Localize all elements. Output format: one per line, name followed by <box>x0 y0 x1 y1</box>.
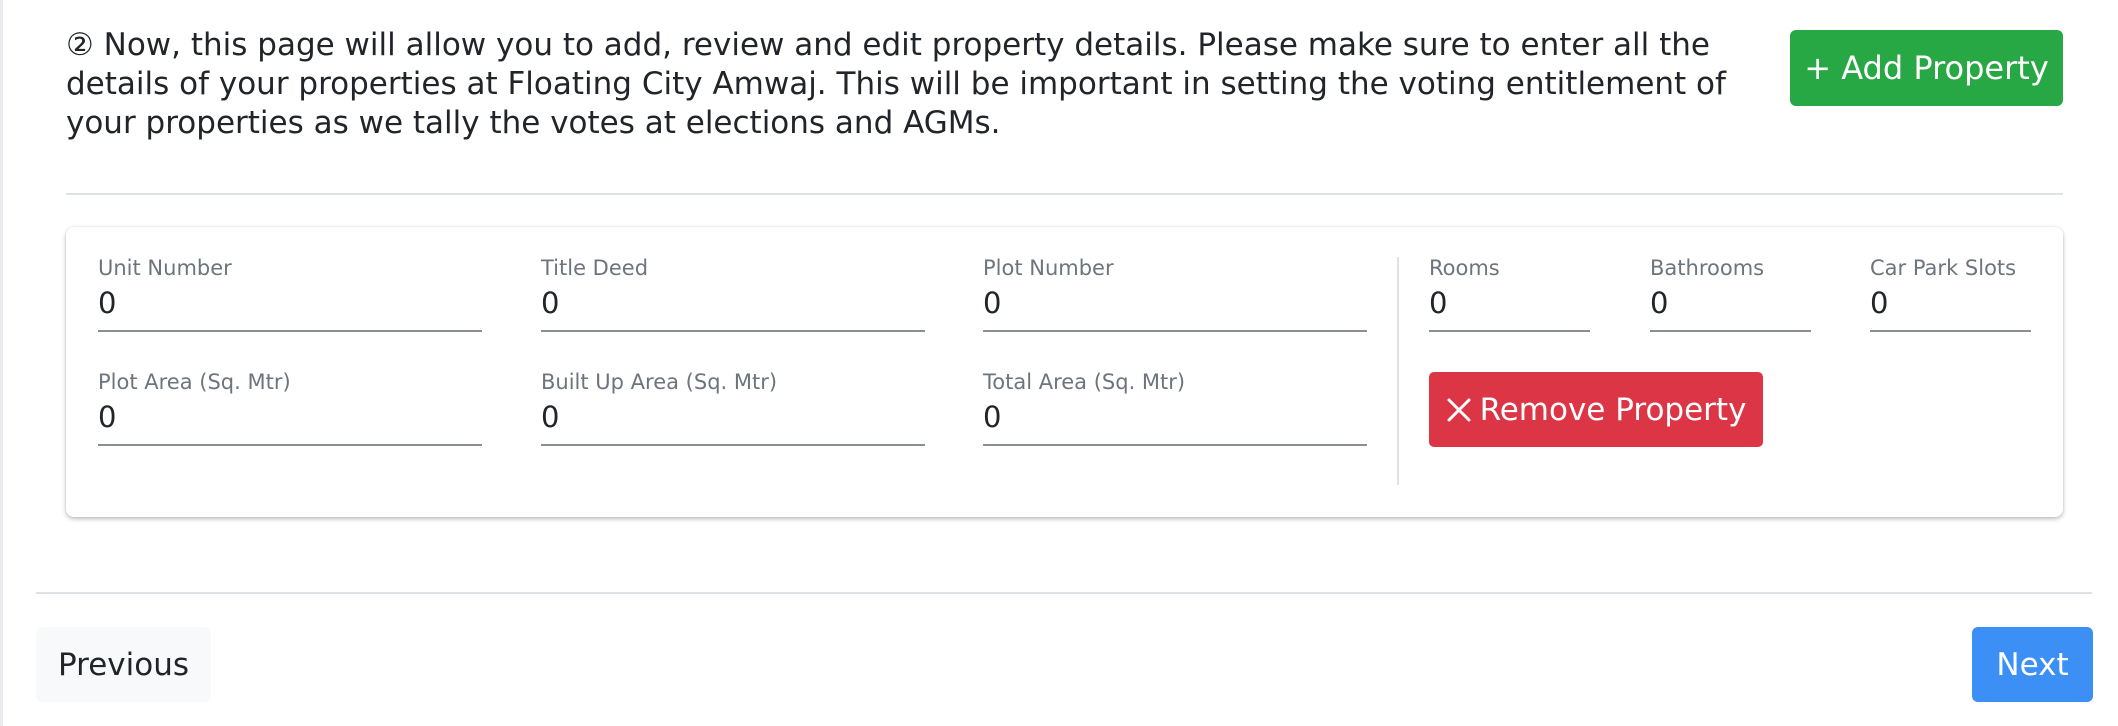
total-area-label: Total Area (Sq. Mtr) <box>983 370 1186 394</box>
property-card: Unit Number Title Deed Plot Number Rooms… <box>66 227 2063 517</box>
add-property-button[interactable]: + Add Property <box>1790 30 2063 106</box>
plot-number-label: Plot Number <box>983 256 1114 280</box>
built-up-area-field: Built Up Area (Sq. Mtr) <box>541 369 925 446</box>
rooms-input[interactable] <box>1429 284 1590 332</box>
next-button[interactable]: Next <box>1972 627 2093 702</box>
plot-area-field: Plot Area (Sq. Mtr) <box>98 369 482 446</box>
bathrooms-label: Bathrooms <box>1650 256 1765 280</box>
total-area-field: Total Area (Sq. Mtr) <box>983 369 1367 446</box>
rooms-label: Rooms <box>1429 256 1500 280</box>
previous-button[interactable]: Previous <box>36 627 211 702</box>
rooms-field: Rooms <box>1429 255 1590 332</box>
step-instructions: ② Now, this page will allow you to add, … <box>66 27 1726 141</box>
title-deed-label: Title Deed <box>541 256 649 280</box>
unit-number-label: Unit Number <box>98 256 232 280</box>
unit-number-input[interactable] <box>98 284 482 332</box>
bathrooms-field: Bathrooms <box>1650 255 1811 332</box>
title-deed-input[interactable] <box>541 284 925 332</box>
column-divider <box>1397 257 1399 485</box>
close-icon <box>1447 398 1471 421</box>
plot-area-input[interactable] <box>98 398 482 446</box>
unit-number-field: Unit Number <box>98 255 482 332</box>
car-park-slots-label: Car Park Slots <box>1870 256 2017 280</box>
car-park-slots-field: Car Park Slots <box>1870 255 2031 332</box>
car-park-slots-input[interactable] <box>1870 284 2031 332</box>
title-deed-field: Title Deed <box>541 255 925 332</box>
built-up-area-label: Built Up Area (Sq. Mtr) <box>541 370 778 394</box>
built-up-area-input[interactable] <box>541 398 925 446</box>
remove-property-button[interactable]: Remove Property <box>1429 372 1763 447</box>
property-details-step: ② Now, this page will allow you to add, … <box>0 0 2118 726</box>
total-area-input[interactable] <box>983 398 1367 446</box>
footer-divider <box>36 592 2092 594</box>
plot-number-field: Plot Number <box>983 255 1367 332</box>
remove-property-label: Remove Property <box>1479 391 1747 428</box>
bathrooms-input[interactable] <box>1650 284 1811 332</box>
section-divider <box>66 193 2063 195</box>
plot-area-label: Plot Area (Sq. Mtr) <box>98 370 291 394</box>
plot-number-input[interactable] <box>983 284 1367 332</box>
